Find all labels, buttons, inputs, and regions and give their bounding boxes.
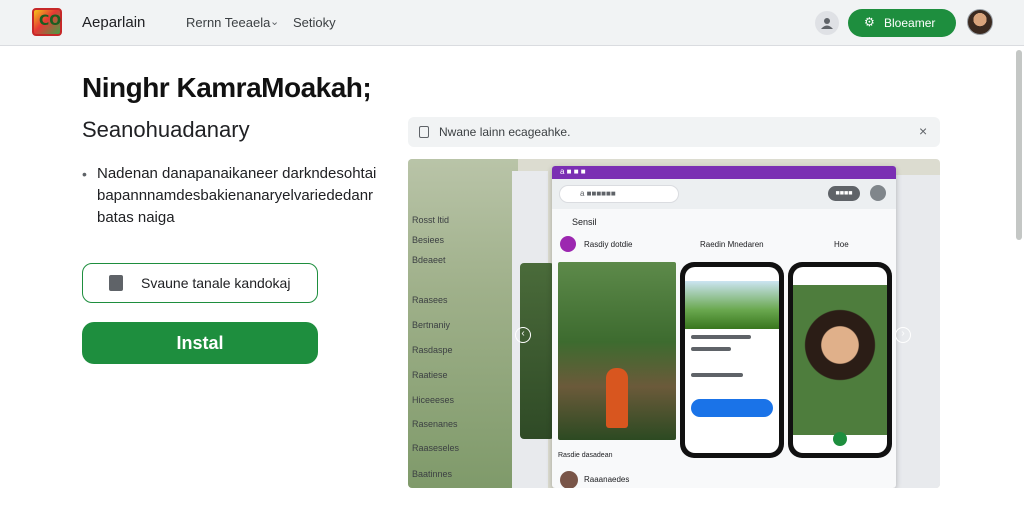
text-line	[691, 335, 751, 339]
side-label: Raatiese	[412, 370, 448, 380]
description-text: Nadenan danapanaikaneer darkndesohtai ba…	[97, 165, 377, 226]
clipboard-icon	[419, 126, 429, 138]
screenshot-carousel: Rosst ltid Besiees Bdeaeet Raasees Bertn…	[408, 159, 940, 488]
preview-bottom-label: Raaanaedes	[584, 475, 630, 484]
preview-row-label: Raedin Mnedaren	[700, 240, 764, 249]
preview-section-title: Sensil	[572, 217, 597, 227]
preview-title-bar: a ■ ■ ■	[552, 166, 896, 179]
primary-action-label: Bloeamer	[884, 16, 936, 30]
carousel-prev-icon[interactable]: ‹	[515, 327, 531, 343]
phone-mockup-right	[788, 262, 892, 458]
notice-text: Nwane lainn ecageahke.	[439, 125, 571, 139]
person-icon	[821, 18, 833, 29]
side-label: Bdeaeet	[412, 255, 446, 265]
install-button[interactable]: Instal	[82, 322, 318, 364]
side-label: Bertnaniy	[412, 320, 451, 330]
app-title[interactable]: Aeparlain	[82, 14, 145, 31]
preview-button[interactable]: ■■■■	[828, 186, 860, 201]
primary-action-button[interactable]: ⚙ Bloeamer	[848, 9, 956, 37]
side-label: Hiceeeses	[412, 395, 455, 405]
phone-mockup-left	[680, 262, 784, 458]
document-icon	[109, 275, 123, 291]
preview-caption: Rasdie dasadean	[558, 452, 613, 459]
side-label: Raasees	[412, 295, 448, 305]
preview-avatar[interactable]	[870, 185, 886, 201]
scrollbar[interactable]	[1016, 50, 1022, 240]
page-title: Ninghr KamraMoakah;	[82, 72, 372, 103]
preview-toolbar: a ■■■■■■ ■■■■	[552, 179, 896, 209]
secondary-button-label: Svaune tanale kandokaj	[141, 275, 291, 291]
puzzle-icon: ⚙	[864, 15, 875, 29]
preview-row-label: Hoe	[834, 240, 849, 249]
notice-banner: Nwane lainn ecageahke. ×	[408, 117, 940, 147]
bullet-icon: •	[82, 166, 87, 182]
preview-row-label: Rasdiy dotdie	[584, 240, 633, 249]
side-label: Baatinnes	[412, 469, 453, 479]
close-icon[interactable]: ×	[919, 123, 927, 139]
side-label: Rosst ltid	[412, 215, 450, 225]
top-bar: CO Aeparlain Rernn Teeaela ⌄ Setioky ⚙ B…	[0, 0, 1024, 46]
call-icon[interactable]	[833, 432, 847, 446]
side-label: Rasdaspe	[412, 345, 453, 355]
side-label: Besiees	[412, 235, 445, 245]
background-photo	[520, 263, 554, 439]
account-button[interactable]	[815, 11, 839, 35]
phone-screen	[685, 267, 779, 453]
phone-photo	[685, 281, 779, 329]
avatar[interactable]	[967, 9, 993, 35]
carousel-next-icon[interactable]: ›	[895, 327, 911, 343]
side-label: Rasenanes	[412, 419, 458, 429]
nav-item-secondary[interactable]: Setioky	[293, 15, 336, 30]
app-logo[interactable]: CO	[32, 8, 62, 36]
chevron-down-icon[interactable]: ⌄	[270, 15, 279, 28]
app-preview-window: a ■ ■ ■ a ■■■■■■ ■■■■ Sensil Rasdiy dotd…	[552, 166, 896, 488]
photo-figure	[606, 368, 628, 428]
phone-portrait-photo	[793, 285, 887, 435]
avatar	[560, 471, 578, 488]
side-label: Raaseseles	[412, 443, 460, 453]
text-line	[691, 347, 731, 351]
text-line	[691, 373, 743, 377]
preview-bar-text: a ■ ■ ■	[560, 167, 586, 176]
secondary-button[interactable]: Svaune tanale kandokaj	[82, 263, 318, 303]
preview-photo	[558, 262, 676, 440]
phone-screen	[793, 267, 887, 453]
phone-action-card[interactable]	[691, 399, 773, 417]
nav-item-primary[interactable]: Rernn Teeaela	[186, 15, 270, 30]
preview-search-input[interactable]: a ■■■■■■	[559, 185, 679, 203]
preview-profile-dot	[560, 236, 576, 252]
logo-text: CO	[39, 13, 62, 29]
preview-search-text: a ■■■■■■	[580, 189, 616, 198]
page-subtitle: Seanohuadanary	[82, 117, 250, 142]
